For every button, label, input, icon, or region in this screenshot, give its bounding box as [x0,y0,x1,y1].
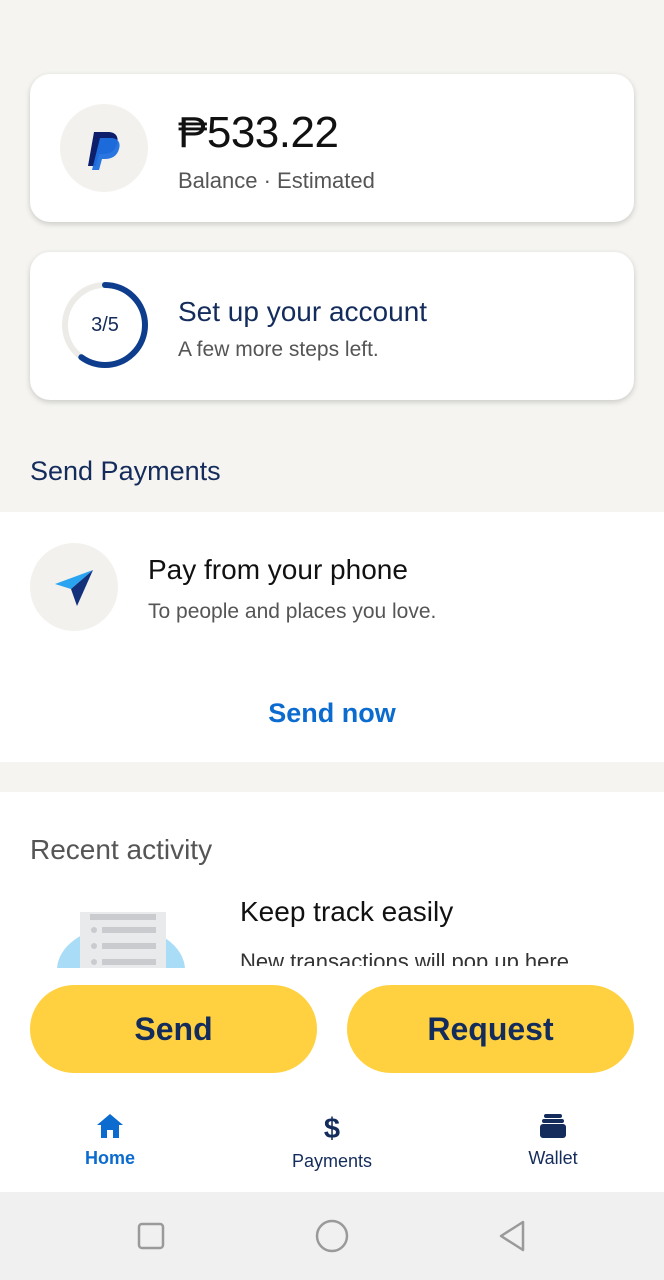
setup-title: Set up your account [178,296,428,327]
balance-amount: ₱533.22 [178,108,339,157]
setup-subtitle: A few more steps left. [178,338,379,361]
svg-text:$: $ [324,1113,340,1143]
home-system-icon[interactable] [314,1218,350,1254]
recent-apps-icon[interactable] [133,1218,169,1254]
pay-from-phone-subtitle: To people and places you love. [148,600,437,623]
balance-card[interactable]: ₱533.22 Balance · Estimated [30,74,634,222]
nav-label-payments: Payments [291,1151,373,1171]
send-button[interactable]: Send [30,985,317,1073]
paypal-logo-icon [60,104,148,192]
wallet-icon [540,1114,566,1138]
receipt-illustration-icon [56,908,186,968]
balance-label: Balance · Estimated [178,168,375,193]
setup-progress-ring: 3/5 [60,280,150,370]
recent-activity-heading: Recent activity [30,834,213,865]
keep-track-title: Keep track easily [240,896,454,927]
nav-label-home: Home [84,1148,135,1168]
send-payments-heading: Send Payments [30,456,221,486]
keep-track-subtitle: New transactions will pop up here [240,949,569,966]
request-button[interactable]: Request [347,985,634,1073]
send-payments-panel: Pay from your phone To people and places… [0,512,664,762]
setup-progress-text: 3/5 [91,313,119,336]
paper-plane-icon [30,543,118,631]
nav-tab-wallet[interactable]: Wallet [483,1112,623,1172]
nav-label-wallet: Wallet [528,1148,578,1168]
system-navigation-bar [0,1192,664,1280]
dollar-icon: $ [324,1113,340,1143]
setup-account-card[interactable]: 3/5 Set up your account A few more steps… [30,252,634,400]
nav-tab-payments[interactable]: $ Payments [262,1112,402,1172]
send-now-link[interactable]: Send now [0,698,664,729]
home-icon [97,1114,123,1138]
back-icon[interactable] [495,1218,531,1254]
nav-tab-home[interactable]: Home [40,1112,180,1172]
bottom-nav: Home $ Payments Wallet [0,1092,664,1192]
pay-from-phone-title: Pay from your phone [148,554,408,585]
